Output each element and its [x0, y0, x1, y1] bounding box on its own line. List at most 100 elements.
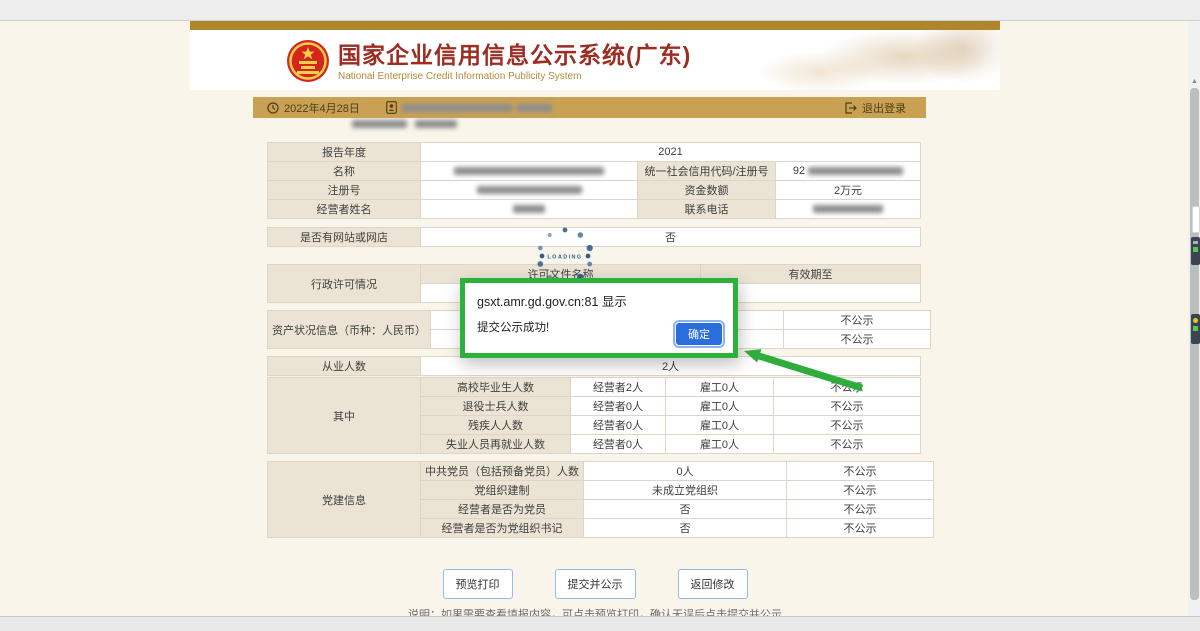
- site-title-block: 国家企业信用信息公示系统(广东) National Enterprise Cre…: [338, 42, 691, 82]
- badge-green-icon: [1193, 247, 1198, 252]
- extension-badge[interactable]: [1191, 314, 1200, 344]
- redacted-entity-name-line2: [352, 120, 407, 128]
- field-label: 党组织建制: [421, 481, 584, 500]
- worker-count: 雇工0人: [666, 397, 774, 416]
- alert-source: gsxt.amr.gd.gov.cn:81 显示: [477, 291, 721, 310]
- redacted-text: [477, 186, 582, 194]
- field-label: 从业人数: [268, 357, 421, 376]
- current-date: 2022年4月28日: [284, 100, 360, 116]
- redacted-text: [513, 205, 545, 213]
- annotation-arrow: [728, 342, 878, 397]
- section-label: 其中: [268, 378, 421, 454]
- section-label: 资产状况信息（币种：人民币）: [268, 311, 431, 349]
- alert-ok-button[interactable]: 确定: [675, 322, 723, 346]
- logout-icon: [844, 102, 857, 114]
- worker-count: 雇工0人: [666, 416, 774, 435]
- visibility-status: 不公示: [774, 416, 921, 435]
- report-year-value: 2021: [421, 143, 921, 162]
- action-button-row: 预览打印 提交并公示 返回修改: [190, 569, 1000, 599]
- great-wall-backdrop-image: [760, 30, 1000, 90]
- visibility-status: 不公示: [787, 500, 934, 519]
- visibility-status: 不公示: [787, 481, 934, 500]
- scroll-up-arrow-icon[interactable]: ▲: [1190, 78, 1199, 85]
- alert-dialog: gsxt.amr.gd.gov.cn:81 显示 提交公示成功! 确定: [460, 278, 738, 358]
- field-label: 统一社会信用代码/注册号: [638, 162, 776, 181]
- operator-count: 经营者0人: [571, 397, 666, 416]
- website-value: 否: [421, 228, 921, 247]
- field-label: 名称: [268, 162, 421, 181]
- credit-code-prefix: 92: [793, 165, 805, 177]
- clock-icon: [267, 102, 279, 114]
- field-label: 资金数额: [638, 181, 776, 200]
- field-label: 联系电话: [638, 200, 776, 219]
- field-label: 经营者是否为党员: [421, 500, 584, 519]
- credit-code-value: 92: [776, 162, 921, 181]
- redacted-text: [454, 167, 604, 175]
- visibility-status: 不公示: [774, 397, 921, 416]
- logout-label: 退出登录: [862, 100, 906, 116]
- site-title: 国家企业信用信息公示系统(广东): [338, 42, 691, 68]
- redacted-text: [808, 167, 903, 175]
- vertical-scrollbar-thumb[interactable]: [1190, 88, 1199, 600]
- preview-print-button[interactable]: 预览打印: [443, 569, 513, 599]
- table-row: 注册号 资金数额 2万元: [268, 181, 921, 200]
- redacted-operator-name: [421, 200, 638, 219]
- visibility-status: 不公示: [784, 311, 931, 330]
- redacted-company-name: [421, 162, 638, 181]
- user-toolbar: 2022年4月28日 退出登录: [253, 97, 926, 118]
- field-label: 退役士兵人数: [421, 397, 571, 416]
- visibility-status: 不公示: [787, 519, 934, 538]
- logout-button[interactable]: 退出登录: [844, 100, 906, 116]
- capital-amount-value: 2万元: [776, 181, 921, 200]
- header-top-gold-bar: [190, 21, 1000, 30]
- field-label: 中共党员（包括预备党员）人数: [421, 462, 584, 481]
- operator-count: 经营者0人: [571, 416, 666, 435]
- field-label: 经营者是否为党组织书记: [421, 519, 584, 538]
- party-value: 否: [584, 519, 787, 538]
- redacted-registration-no: [421, 181, 638, 200]
- field-label: 是否有网站或网店: [268, 228, 421, 247]
- window-top-strip: [0, 0, 1200, 21]
- redacted-text: [813, 205, 883, 213]
- logged-in-entity: [386, 101, 552, 114]
- redacted-phone: [776, 200, 921, 219]
- party-value: 否: [584, 500, 787, 519]
- field-label: 注册号: [268, 181, 421, 200]
- field-label: 失业人员再就业人数: [421, 435, 571, 454]
- redacted-entity-type: [517, 104, 552, 112]
- table-row: 经营者姓名 联系电话: [268, 200, 921, 219]
- badge-yellow-icon: [1193, 318, 1198, 323]
- window-bottom-strip: [0, 616, 1200, 631]
- extension-badge[interactable]: [1191, 237, 1200, 265]
- party-info-table: 党建信息 中共党员（包括预备党员）人数 0人 不公示 党组织建制 未成立党组织 …: [267, 461, 934, 538]
- redacted-entity-name: [402, 104, 512, 112]
- return-modify-button[interactable]: 返回修改: [678, 569, 748, 599]
- loading-text: LOADING: [547, 255, 582, 261]
- basic-info-table: 报告年度 2021 名称 统一社会信用代码/注册号 92 注册号 资金数额 2万…: [267, 142, 921, 219]
- submit-publish-button[interactable]: 提交并公示: [555, 569, 636, 599]
- operator-count: 经营者0人: [571, 435, 666, 454]
- site-header: 国家企业信用信息公示系统(广东) National Enterprise Cre…: [190, 30, 1000, 90]
- visibility-status: 不公示: [774, 435, 921, 454]
- party-value: 未成立党组织: [584, 481, 787, 500]
- badge-green-icon: [1193, 326, 1198, 331]
- date-display: 2022年4月28日: [267, 100, 360, 116]
- section-label: 行政许可情况: [268, 265, 421, 303]
- site-subtitle: National Enterprise Credit Information P…: [338, 71, 691, 82]
- worker-count: 雇工0人: [666, 435, 774, 454]
- table-row: 党建信息 中共党员（包括预备党员）人数 0人 不公示: [268, 462, 934, 481]
- national-emblem-icon: [286, 39, 330, 83]
- badge-bar-icon: [1193, 241, 1198, 244]
- redacted-entity-id-line2: [415, 120, 457, 128]
- field-label: 报告年度: [268, 143, 421, 162]
- operator-count: 经营者2人: [571, 378, 666, 397]
- edge-panel-button[interactable]: [1192, 206, 1200, 233]
- field-label: 经营者姓名: [268, 200, 421, 219]
- table-row: 名称 统一社会信用代码/注册号 92: [268, 162, 921, 181]
- party-value: 0人: [584, 462, 787, 481]
- field-label: 高校毕业生人数: [421, 378, 571, 397]
- section-label: 党建信息: [268, 462, 421, 538]
- field-label: 残疾人人数: [421, 416, 571, 435]
- id-card-icon: [386, 101, 397, 114]
- visibility-status: 不公示: [787, 462, 934, 481]
